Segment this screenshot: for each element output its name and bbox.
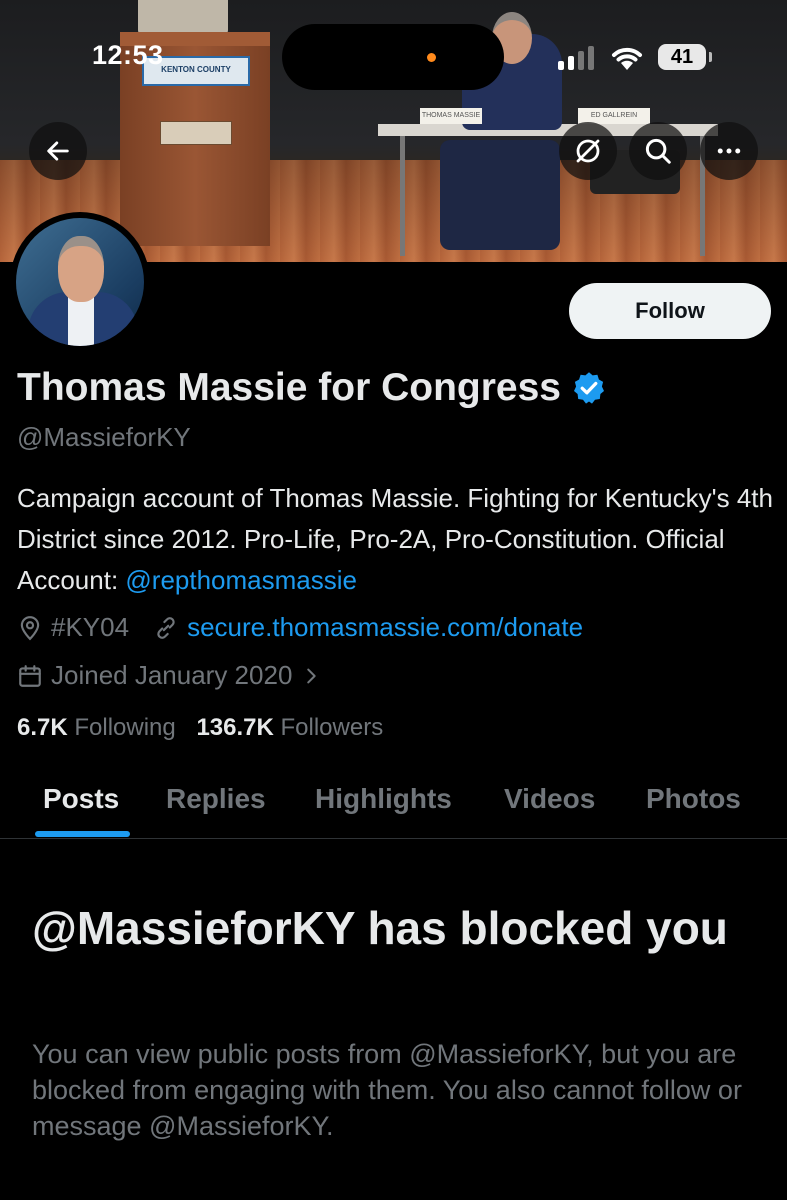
- following-count: 6.7K: [17, 714, 68, 741]
- more-options-button[interactable]: [700, 122, 758, 180]
- banner-person-legs: [440, 140, 560, 250]
- joined-row[interactable]: Joined January 2020: [17, 660, 330, 691]
- chevron-right-icon: [307, 668, 317, 683]
- battery-indicator: 41: [658, 44, 712, 70]
- recording-indicator-dot: [427, 53, 436, 62]
- avatar-image: [16, 218, 144, 346]
- nameplate-left: THOMAS MASSIE: [420, 108, 482, 124]
- calendar-icon: [19, 664, 41, 687]
- table-leg: [400, 136, 405, 256]
- podium-plaque: [160, 121, 232, 145]
- bio: Campaign account of Thomas Massie. Fight…: [17, 478, 777, 601]
- active-tab-indicator: [35, 831, 130, 837]
- cellular-signal-icon: [558, 46, 598, 70]
- avatar-face: [58, 236, 104, 302]
- blocked-title: @MassieforKY has blocked you: [32, 902, 728, 954]
- wifi-icon: [612, 47, 642, 70]
- profile-meta-row: #KY04 secure.thomasmassie.com/donate: [17, 612, 583, 643]
- back-button[interactable]: [29, 122, 87, 180]
- bell-off-icon: [576, 139, 600, 163]
- status-time: 12:53: [92, 40, 164, 70]
- following-label: Following: [74, 714, 176, 741]
- location-pin-icon: [20, 615, 40, 640]
- dynamic-island: [282, 24, 504, 90]
- more-horizontal-icon: [717, 148, 741, 154]
- followers-count: 136.7K: [196, 714, 274, 741]
- profile-tabs: Posts Replies Highlights Videos Photos: [0, 776, 787, 839]
- blocked-description: You can view public posts from @Massiefo…: [32, 1039, 742, 1141]
- tab-posts[interactable]: Posts: [43, 776, 119, 838]
- search-button[interactable]: [629, 122, 687, 180]
- joined-date: Joined January 2020: [51, 660, 293, 690]
- tab-highlights[interactable]: Highlights: [315, 776, 452, 838]
- follow-button[interactable]: Follow: [569, 283, 771, 339]
- banner-speaker: [138, 0, 228, 36]
- follow-counts: 6.7K Following 136.7K Followers: [17, 714, 383, 742]
- display-name-row: Thomas Massie for Congress: [17, 366, 607, 410]
- arrow-left-icon: [47, 141, 69, 161]
- bio-mention-link[interactable]: @repthomasmassie: [125, 565, 357, 595]
- avatar[interactable]: [10, 212, 150, 352]
- website-link[interactable]: secure.thomasmassie.com/donate: [187, 612, 583, 643]
- link-icon: [157, 616, 175, 639]
- following-link[interactable]: 6.7K Following: [17, 714, 176, 741]
- followers-label: Followers: [280, 714, 384, 741]
- user-handle: @MassieforKY: [17, 422, 191, 452]
- verified-badge-icon[interactable]: [571, 370, 607, 406]
- search-icon: [645, 138, 671, 164]
- location-text: #KY04: [51, 612, 130, 642]
- tab-replies[interactable]: Replies: [166, 776, 266, 838]
- followers-link[interactable]: 136.7K Followers: [196, 714, 383, 741]
- tab-videos[interactable]: Videos: [504, 776, 595, 838]
- mute-notifications-button[interactable]: [559, 122, 617, 180]
- tab-photos[interactable]: Photos: [646, 776, 741, 838]
- display-name: Thomas Massie for Congress: [17, 366, 561, 409]
